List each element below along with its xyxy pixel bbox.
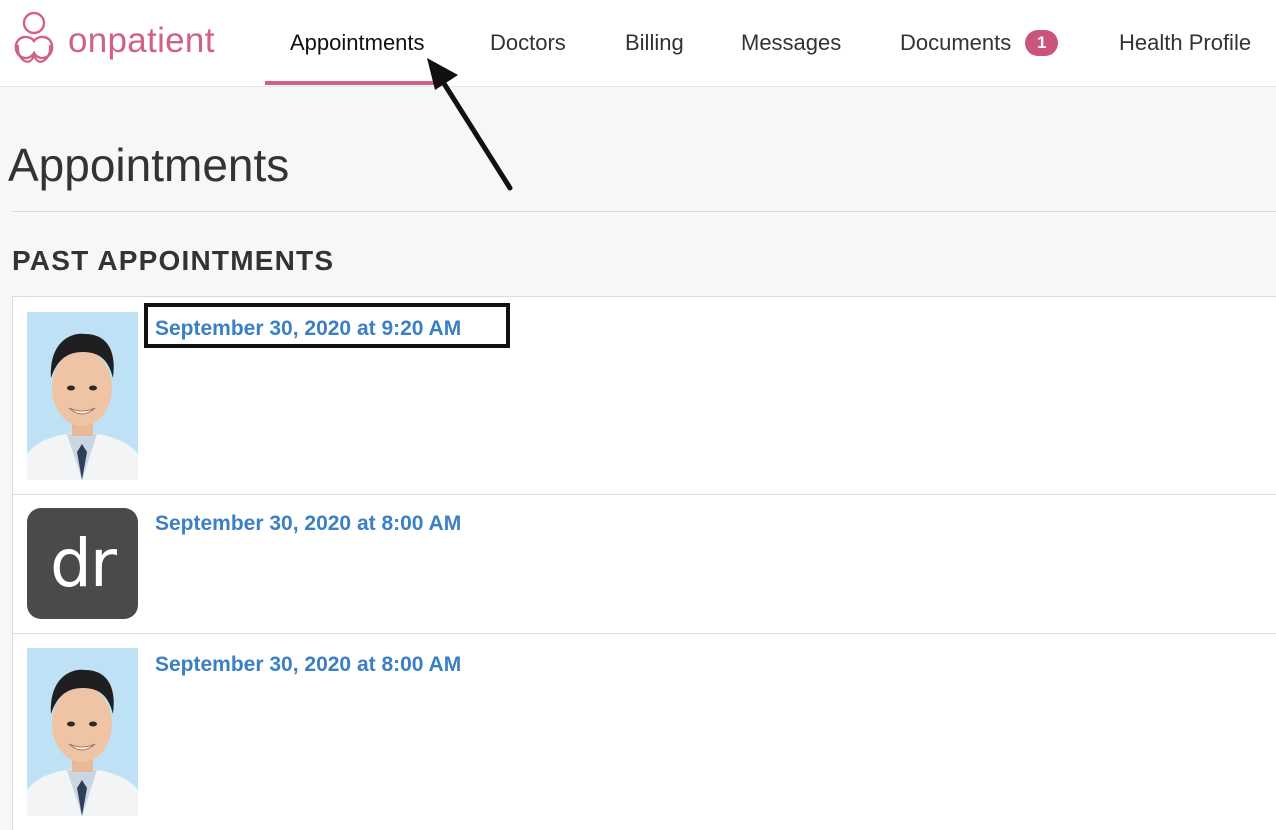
brand-name: onpatient <box>68 20 215 60</box>
nav-documents[interactable]: Documents 1 <box>900 0 1059 86</box>
dr-logo-avatar: dr <box>27 508 138 619</box>
page-title: Appointments <box>8 139 290 191</box>
doctor-photo-icon <box>27 648 138 816</box>
appointment-date-link[interactable]: September 30, 2020 at 8:00 AM <box>155 653 461 677</box>
appointment-row[interactable]: dr September 30, 2020 at 8:00 AM <box>13 494 1276 634</box>
drchrono-logo-icon: dr <box>27 508 138 619</box>
doctor-photo-icon <box>27 312 138 480</box>
appointment-row[interactable]: September 30, 2020 at 9:20 AM <box>13 297 1276 495</box>
nav-documents-label: Documents <box>900 30 1012 55</box>
title-divider <box>12 211 1276 212</box>
past-appointments-heading: PAST APPOINTMENTS <box>12 245 335 276</box>
documents-count-badge: 1 <box>1025 30 1059 56</box>
appointment-date-link[interactable]: September 30, 2020 at 9:20 AM <box>155 317 461 341</box>
active-tab-indicator <box>265 81 440 85</box>
doctor-avatar <box>27 648 138 816</box>
nav-health-profile[interactable]: Health Profile <box>1119 0 1251 86</box>
nav-messages[interactable]: Messages <box>741 0 841 86</box>
nav-doctors[interactable]: Doctors <box>490 0 566 86</box>
appointment-list: September 30, 2020 at 9:20 AM dr Septemb… <box>12 296 1276 830</box>
onpatient-logo-icon <box>10 9 58 71</box>
brand-logo[interactable]: onpatient <box>10 8 215 72</box>
nav-billing[interactable]: Billing <box>625 0 684 86</box>
app-page: onpatient Appointments Doctors Billing M… <box>0 0 1276 830</box>
nav-appointments[interactable]: Appointments <box>290 0 425 86</box>
doctor-avatar <box>27 312 138 480</box>
top-navigation: onpatient Appointments Doctors Billing M… <box>0 0 1276 87</box>
appointment-row[interactable]: September 30, 2020 at 8:00 AM <box>13 633 1276 830</box>
appointment-date-link[interactable]: September 30, 2020 at 8:00 AM <box>155 512 461 536</box>
